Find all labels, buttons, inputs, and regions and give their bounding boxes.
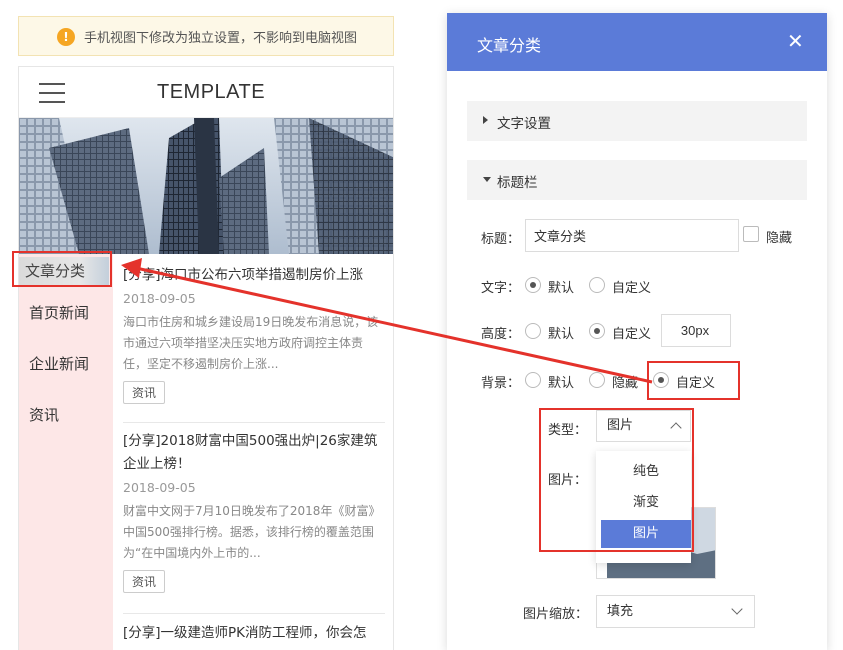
annotation-arrow — [121, 258, 653, 384]
